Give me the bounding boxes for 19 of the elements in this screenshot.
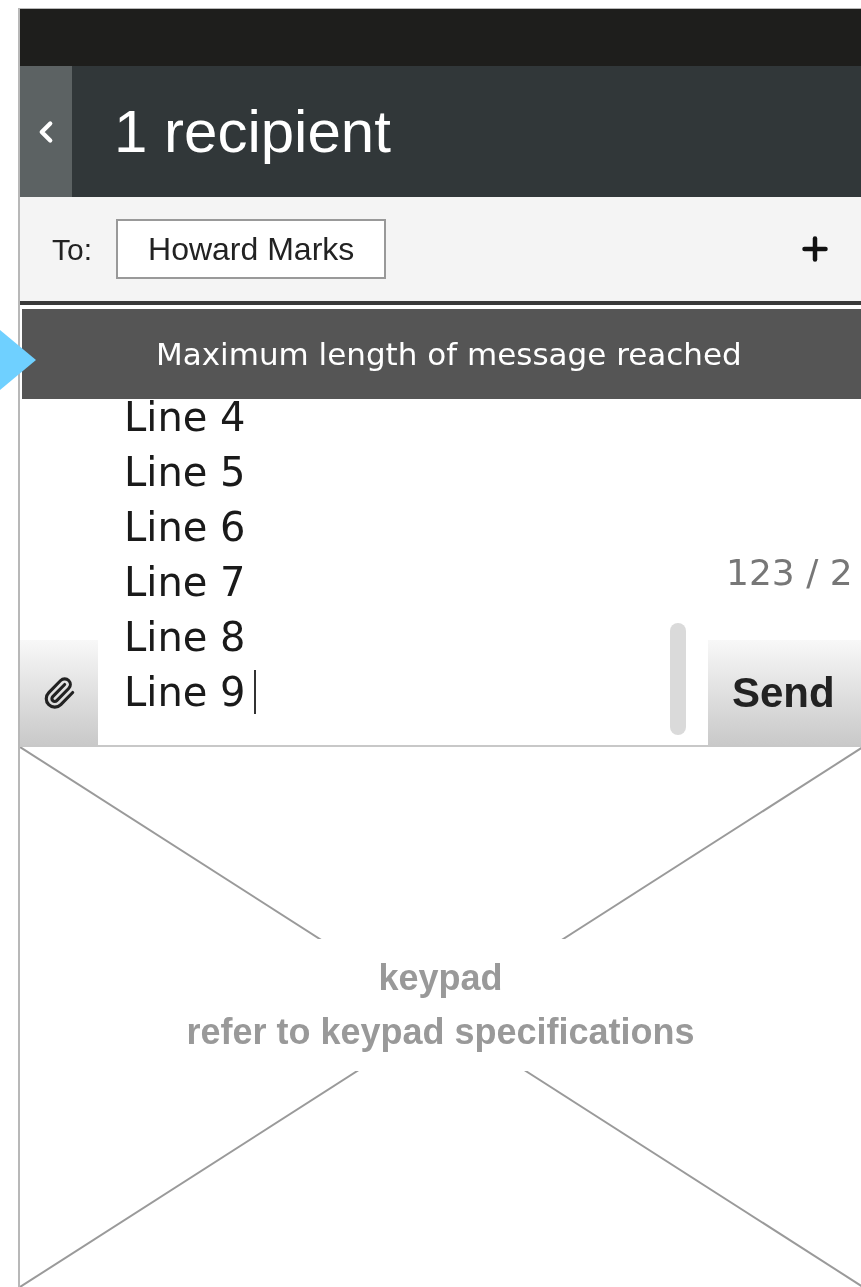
send-button[interactable]: Send	[708, 640, 861, 747]
message-line: Line 8	[124, 616, 246, 657]
header-title: 1 recipient	[114, 101, 391, 162]
message-line: Line 4	[124, 396, 246, 437]
recipient-chip[interactable]: Howard Marks	[116, 219, 387, 279]
character-counter: 123 / 2	[726, 551, 854, 595]
message-line: Line 9	[124, 671, 246, 712]
toast-message: Maximum length of message reached	[156, 334, 742, 374]
message-line: Line 7	[124, 561, 246, 602]
paperclip-icon	[42, 675, 76, 710]
message-line: Line 6	[124, 506, 246, 547]
keypad-title: keypad	[378, 956, 503, 1000]
pointer-arrow-icon	[0, 330, 36, 390]
keypad-note: refer to keypad specifications	[186, 1010, 695, 1054]
scrollbar-thumb[interactable]	[670, 623, 686, 735]
attach-button[interactable]	[20, 640, 98, 747]
to-label: To:	[52, 231, 93, 268]
text-cursor	[253, 669, 256, 714]
message-line: Line 5	[124, 451, 246, 492]
